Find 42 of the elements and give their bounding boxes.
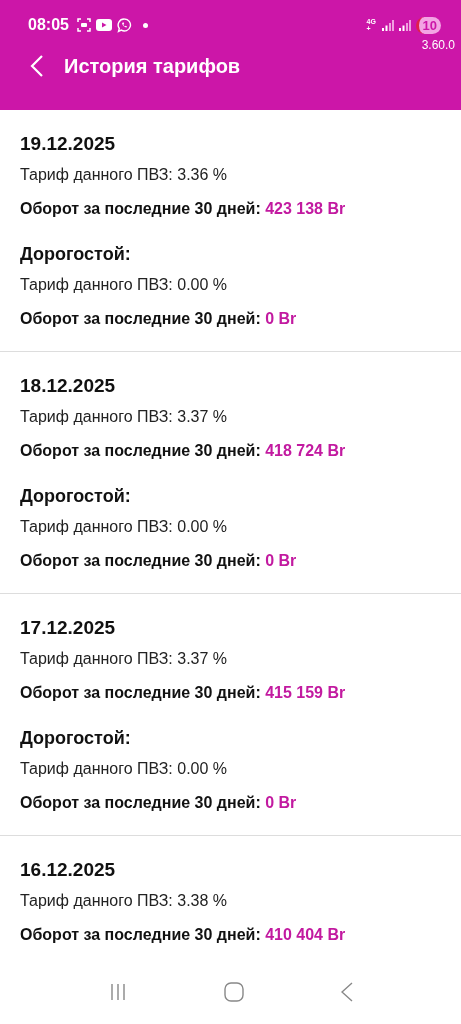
tariff-text: Тариф данного ПВЗ: 3.36 % <box>20 165 229 185</box>
turnover-label: Оборот за последние 30 дней: <box>20 552 261 569</box>
back-button[interactable] <box>30 54 44 78</box>
tariff-text: Тариф данного ПВЗ: 0.00 % <box>20 275 229 295</box>
entry-date: 19.12.2025 <box>20 132 117 156</box>
screen-title: История тарифов <box>64 54 241 78</box>
status-time: 08:05 <box>28 16 69 34</box>
phone-bubble-icon <box>116 17 132 33</box>
turnover-value: 415 159 Br <box>265 684 346 701</box>
turnover-label: Оборот за последние 30 дней: <box>20 310 261 327</box>
turnover-value: 0 Br <box>265 794 297 811</box>
tariff-text: Тариф данного ПВЗ: 0.00 % <box>20 517 229 537</box>
turnover-label: Оборот за последние 30 дней: <box>20 684 261 701</box>
app-version: 3.60.0 <box>421 38 455 52</box>
home-icon[interactable] <box>223 982 244 1002</box>
turnover-value: 423 138 Br <box>265 200 346 217</box>
entry-date: 17.12.2025 <box>20 616 117 640</box>
turnover-value: 410 404 Br <box>265 926 346 943</box>
group-title: Дорогостой: <box>20 485 132 508</box>
entry-date: 18.12.2025 <box>20 374 117 398</box>
group-title: Дорогостой: <box>20 243 132 266</box>
turnover-label: Оборот за последние 30 дней: <box>20 794 261 811</box>
turnover-label: Оборот за последние 30 дней: <box>20 442 261 459</box>
group-title: Дорогостой: <box>20 727 132 750</box>
turnover-label: Оборот за последние 30 дней: <box>20 200 261 217</box>
back-nav-icon[interactable] <box>340 982 353 1002</box>
recent-apps-icon[interactable] <box>108 983 127 1001</box>
video-icon <box>95 19 112 31</box>
turnover-value: 0 Br <box>265 310 297 327</box>
turnover-value: 418 724 Br <box>265 442 346 459</box>
tariff-text: Тариф данного ПВЗ: 3.38 % <box>20 891 229 911</box>
entry-date: 16.12.2025 <box>20 858 117 882</box>
tariff-text: Тариф данного ПВЗ: 3.37 % <box>20 649 229 669</box>
signal-icon <box>381 19 394 31</box>
turnover-value: 0 Br <box>265 552 297 569</box>
battery-level: 10 <box>415 16 441 34</box>
signal-icon <box>398 19 411 31</box>
notification-dot-icon <box>142 22 148 28</box>
scan-icon <box>76 18 91 32</box>
tariff-text: Тариф данного ПВЗ: 3.37 % <box>20 407 229 427</box>
tariff-text: Тариф данного ПВЗ: 0.00 % <box>20 759 229 779</box>
turnover-label: Оборот за последние 30 дней: <box>20 926 261 943</box>
